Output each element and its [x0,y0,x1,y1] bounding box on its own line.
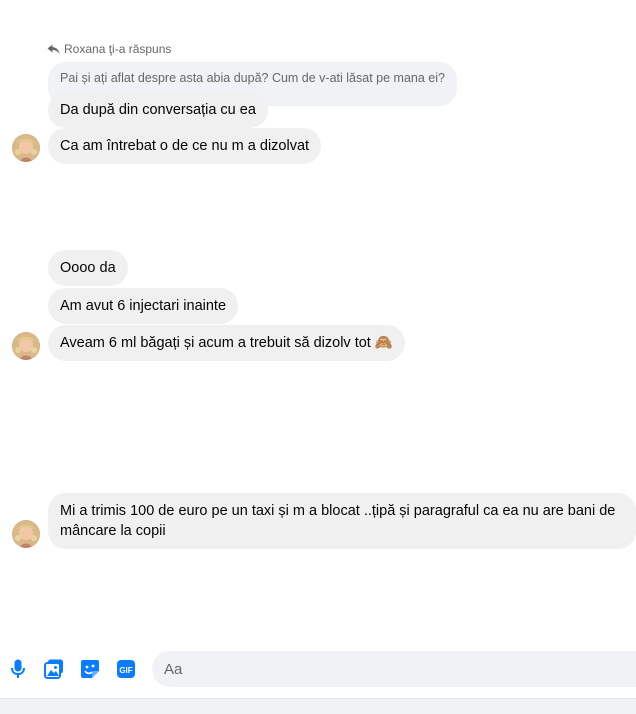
see-no-evil-monkey-icon: 🙈 [374,335,393,351]
avatar[interactable] [12,520,40,548]
microphone-icon[interactable] [7,658,29,680]
reply-arrow-icon [47,44,60,54]
avatar[interactable] [12,332,40,360]
reply-header: Roxana ţi-a răspuns [47,42,171,56]
photo-icon[interactable] [43,658,65,680]
avatar-image [12,520,40,548]
avatar[interactable] [12,134,40,162]
message-bubble[interactable]: Am avut 6 injectari inainte [48,288,239,324]
bottom-bar [0,698,636,714]
message-bubble[interactable]: Ca am întrebat o de ce nu m a dizolvat [48,128,322,164]
message-text: Am avut 6 injectari inainte [60,298,227,314]
sticker-icon[interactable] [79,658,101,680]
message-bubble[interactable]: Aveam 6 ml băgați și acum a trebuit să d… [48,325,405,361]
avatar-image [12,134,40,162]
message-bubble[interactable]: Da după din conversația cu ea [48,92,268,128]
message-text: Oooo da [60,260,116,276]
message-input-placeholder: Aa [164,660,183,678]
message-text: Ca am întrebat o de ce nu m a dizolvat [60,138,310,154]
avatar-image [12,332,40,360]
message-text: Mi a trimis 100 de euro pe un taxi și m … [60,503,616,539]
reply-header-text: Roxana ţi-a răspuns [64,42,172,56]
message-bubble[interactable]: Mi a trimis 100 de euro pe un taxi și m … [48,493,636,549]
gif-icon[interactable]: GIF [115,658,137,680]
message-composer: GIF Aa [0,648,636,688]
gif-label: GIF [119,666,132,675]
message-text: Da după din conversația cu ea [60,102,256,118]
message-input[interactable]: Aa [152,651,636,687]
message-text: Aveam 6 ml băgați și acum a trebuit să d… [60,335,371,351]
message-bubble[interactable]: Oooo da [48,250,128,286]
quoted-message-text: Pai și ați aflat despre asta abia după? … [60,71,445,85]
